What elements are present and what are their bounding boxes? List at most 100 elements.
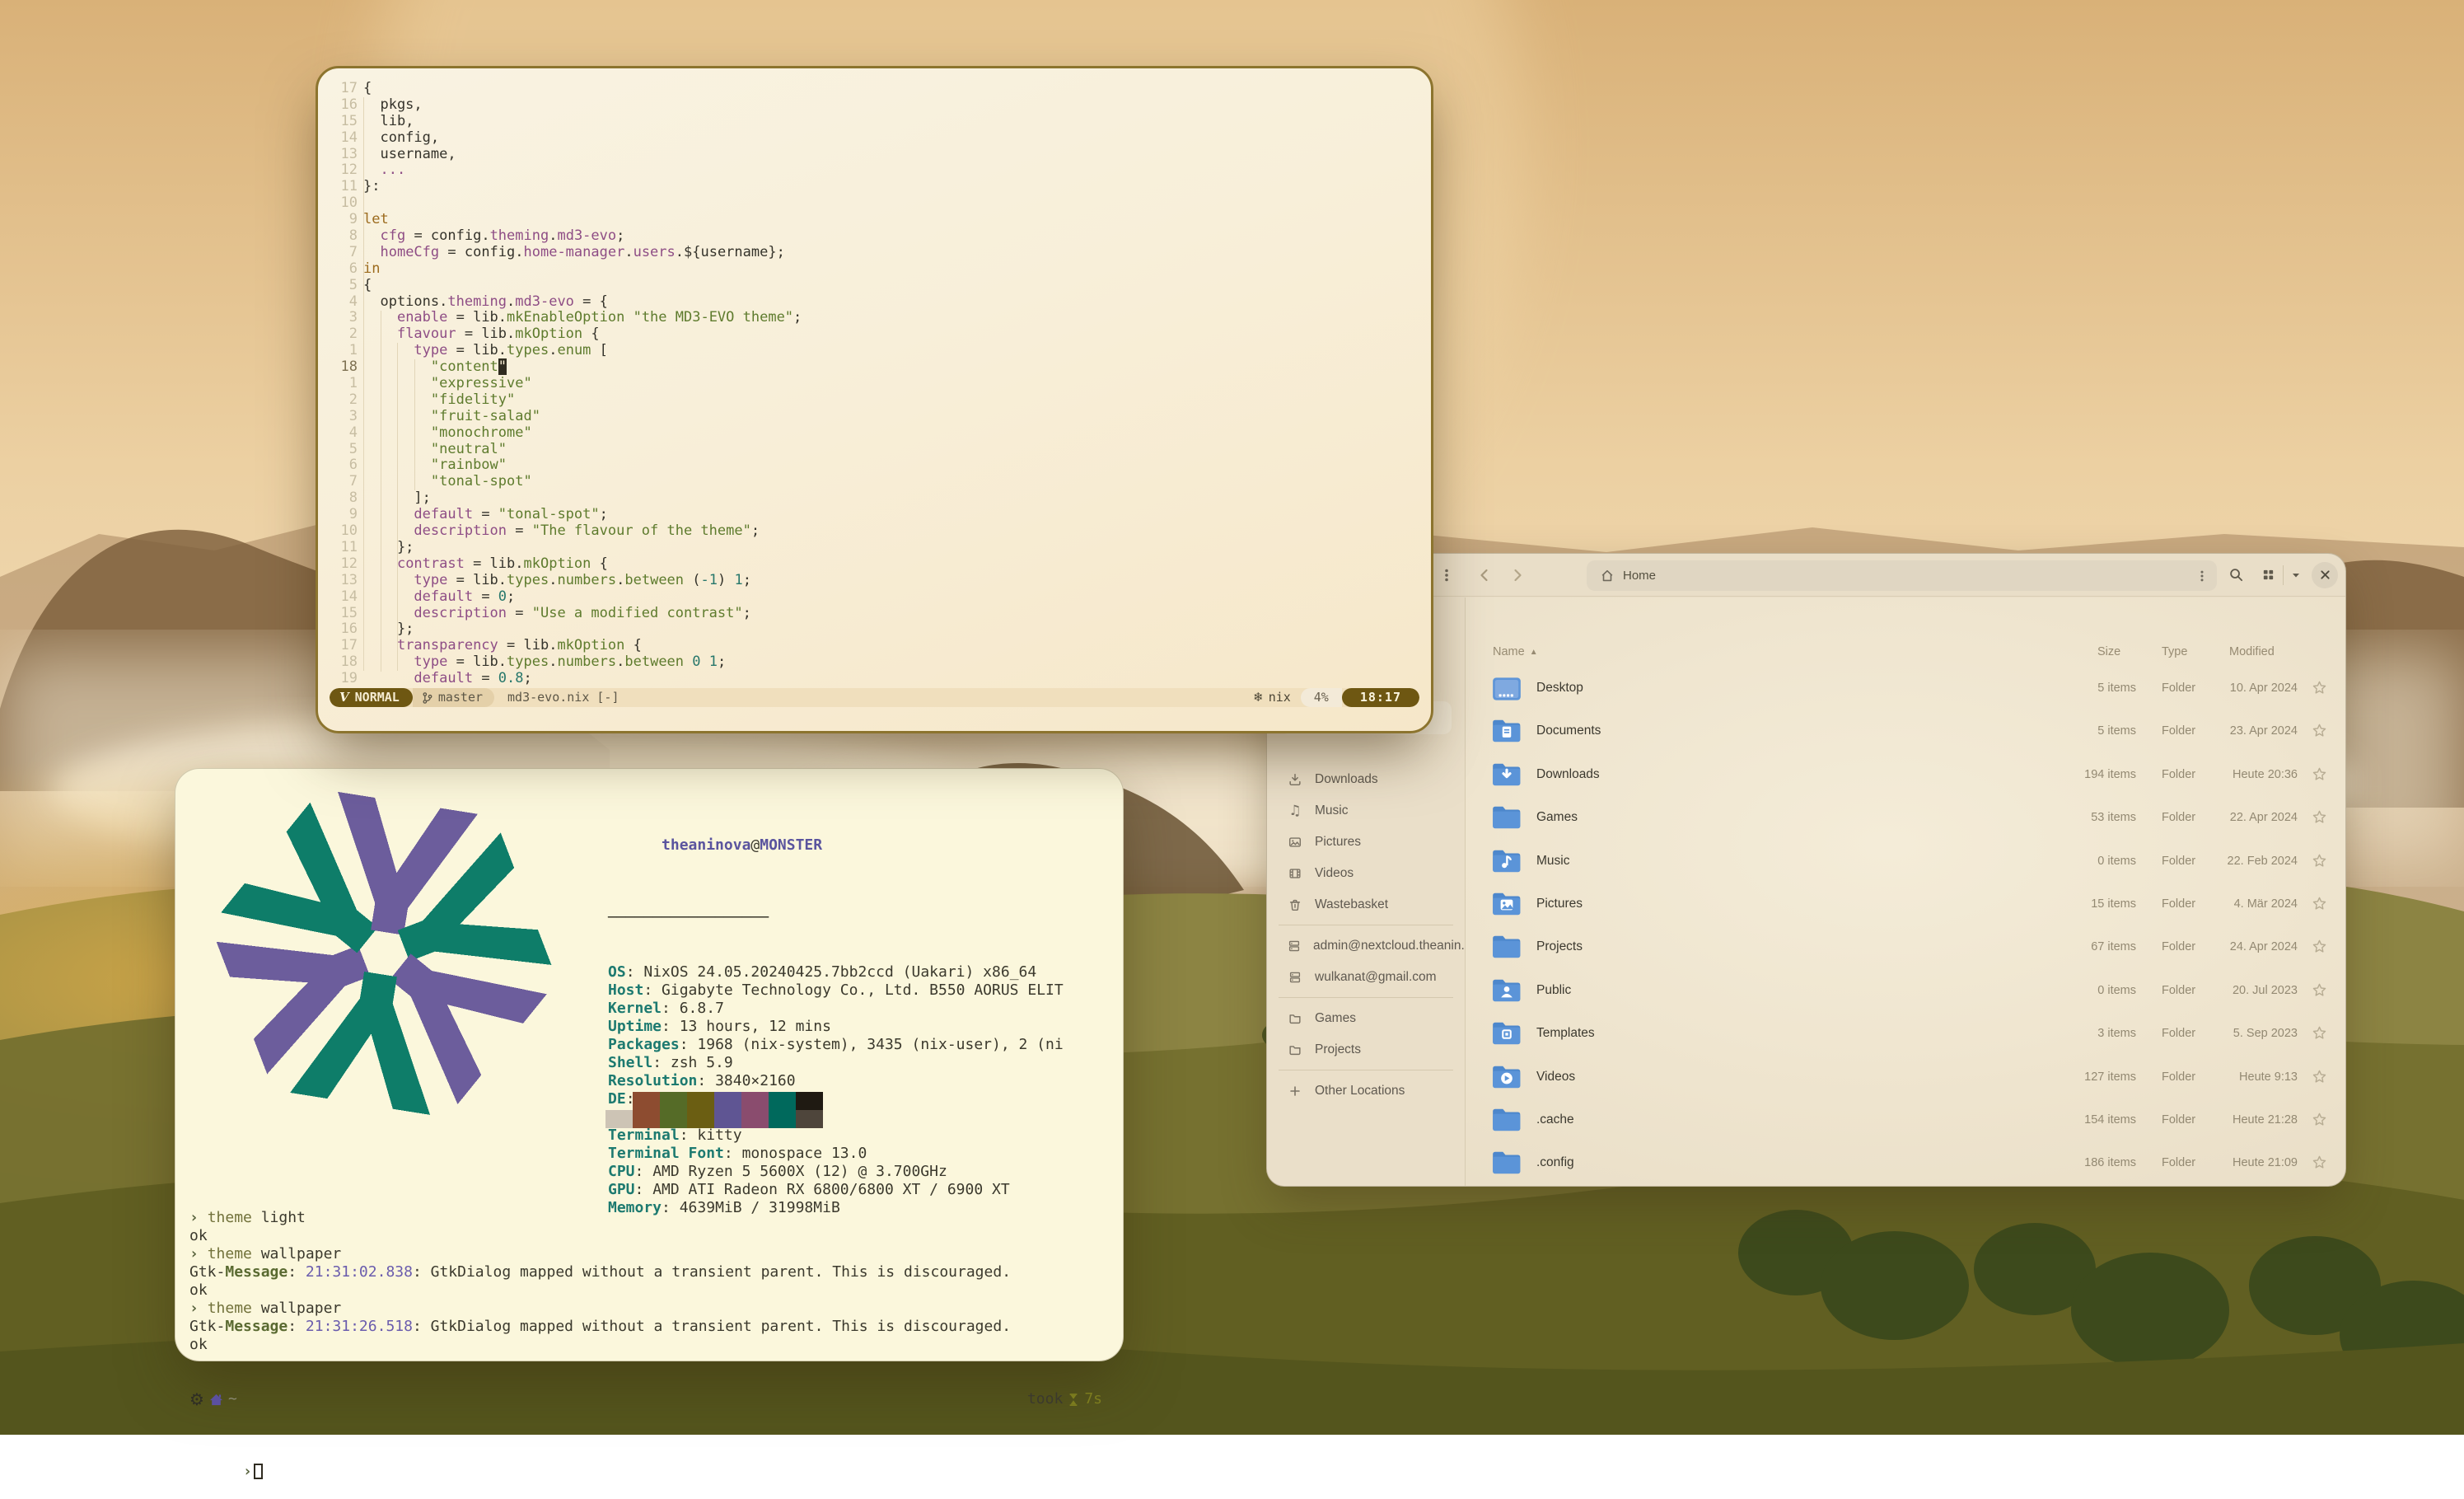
code-line[interactable]: 6 "rainbow" — [326, 457, 1423, 474]
file-row-templates[interactable]: Templates3 itemsFolder5. Sep 2023 — [1466, 1013, 2345, 1056]
sidebar-item-label: admin@nextcloud.theanin... — [1313, 939, 1471, 953]
back-button[interactable] — [1470, 560, 1499, 590]
code-line[interactable]: 18 "content" — [326, 359, 1423, 376]
file-row-desktop[interactable]: Desktop5 itemsFolder10. Apr 2024 — [1466, 668, 2345, 710]
code-line[interactable]: 10 description = "The flavour of the the… — [326, 523, 1423, 540]
sidebar-item-other-locations[interactable]: Other Locations — [1274, 1075, 1458, 1107]
code-line[interactable]: 4 "monochrome" — [326, 425, 1423, 442]
code-line[interactable]: 7 "tonal-spot" — [326, 474, 1423, 490]
forward-button[interactable] — [1503, 560, 1532, 590]
view-options-chevron-icon[interactable] — [2285, 560, 2307, 590]
code-line[interactable]: 9 default = "tonal-spot"; — [326, 507, 1423, 523]
path-menu-kebab-icon[interactable] — [2195, 569, 2209, 583]
star-icon[interactable] — [2312, 896, 2327, 916]
code-line[interactable]: 5{ — [326, 278, 1423, 294]
line-number: 8 — [326, 490, 358, 507]
star-icon[interactable] — [2312, 939, 2327, 958]
star-icon[interactable] — [2312, 766, 2327, 786]
star-icon[interactable] — [2312, 853, 2327, 873]
file-row-downloads[interactable]: Downloads194 itemsFolderHeute 20:36 — [1466, 754, 2345, 797]
star-icon[interactable] — [2312, 1069, 2327, 1089]
sidebar-item-games[interactable]: Games — [1274, 1003, 1458, 1034]
file-row-pictures[interactable]: Pictures15 itemsFolder4. Mär 2024 — [1466, 883, 2345, 926]
code-line[interactable]: 7 homeCfg = config.home-manager.users.${… — [326, 245, 1423, 261]
file-row--config[interactable]: .config186 itemsFolderHeute 21:09 — [1466, 1142, 2345, 1185]
close-window-button[interactable] — [2312, 562, 2338, 588]
file-name: Downloads — [1536, 767, 1600, 782]
palette-swatch — [769, 1110, 796, 1128]
search-icon[interactable] — [2221, 560, 2251, 590]
sidebar-item-wulkanat-gmail-com[interactable]: wulkanat@gmail.com — [1274, 962, 1458, 993]
code-line[interactable]: 16 pkgs, — [326, 97, 1423, 114]
code-line[interactable]: 5 "neutral" — [326, 442, 1423, 458]
column-header-size[interactable]: Size — [2097, 645, 2120, 658]
code-line[interactable]: 8 cfg = config.theming.md3-evo; — [326, 228, 1423, 245]
sidebar-item-pictures[interactable]: Pictures — [1274, 827, 1458, 858]
gear-icon: ⚙ — [189, 1390, 204, 1408]
code-line[interactable]: 1 "expressive" — [326, 376, 1423, 392]
code-line[interactable]: 11 }; — [326, 540, 1423, 556]
star-icon[interactable] — [2312, 1025, 2327, 1045]
sidebar-menu-kebab-icon[interactable] — [1432, 560, 1461, 590]
sidebar-item-downloads[interactable]: Downloads — [1274, 764, 1458, 795]
code-line[interactable]: 16 }; — [326, 621, 1423, 638]
code-line[interactable]: 13 type = lib.types.numbers.between (-1)… — [326, 573, 1423, 589]
code-line[interactable]: 13 username, — [326, 147, 1423, 163]
file-row-public[interactable]: Public0 itemsFolder20. Jul 2023 — [1466, 970, 2345, 1013]
code-line[interactable]: 14 default = 0; — [326, 589, 1423, 606]
file-row-games[interactable]: Games53 itemsFolder22. Apr 2024 — [1466, 797, 2345, 840]
star-icon[interactable] — [2312, 982, 2327, 1002]
code-line[interactable]: 15 description = "Use a modified contras… — [326, 606, 1423, 622]
star-icon[interactable] — [2312, 1155, 2327, 1174]
file-row-music[interactable]: Music0 itemsFolder22. Feb 2024 — [1466, 841, 2345, 883]
code-line[interactable]: 2 "fidelity" — [326, 392, 1423, 409]
terminal-window[interactable]: theaninova@MONSTER ────────────────── OS… — [175, 768, 1124, 1361]
code-line[interactable]: 19 default = 0.8; — [326, 671, 1423, 687]
code-line[interactable]: 15 lib, — [326, 114, 1423, 130]
sidebar-item-projects[interactable]: Projects — [1274, 1034, 1458, 1066]
sidebar-item-wastebasket[interactable]: Wastebasket — [1274, 889, 1458, 920]
star-icon[interactable] — [2312, 680, 2327, 700]
code-line[interactable]: 9let — [326, 212, 1423, 228]
code-line[interactable]: 8 ]; — [326, 490, 1423, 507]
sidebar-item-admin-nextcloud-theanin-[interactable]: admin@nextcloud.theanin... — [1274, 930, 1458, 962]
code-editor-window[interactable]: 17{16 pkgs,15 lib,14 config,13 username,… — [316, 66, 1433, 733]
file-modified: 22. Feb 2024 — [2182, 855, 2298, 868]
file-size: 67 items — [2042, 940, 2136, 953]
line-number: 9 — [326, 507, 358, 523]
star-icon[interactable] — [2312, 1112, 2327, 1131]
code-line[interactable]: 17 transparency = lib.mkOption { — [326, 638, 1423, 654]
path-bar[interactable]: Home — [1587, 560, 2217, 591]
file-row-videos[interactable]: Videos127 itemsFolderHeute 9:13 — [1466, 1056, 2345, 1099]
view-grid-icon[interactable] — [2256, 560, 2280, 590]
star-icon[interactable] — [2312, 809, 2327, 829]
palette-swatch — [660, 1092, 687, 1110]
code-line[interactable]: 18 type = lib.types.numbers.between 0 1; — [326, 654, 1423, 671]
code-line[interactable]: 14 config, — [326, 130, 1423, 147]
sidebar-item-videos[interactable]: Videos — [1274, 858, 1458, 889]
code-line[interactable]: 2 flavour = lib.mkOption { — [326, 326, 1423, 343]
code-line[interactable]: 4 options.theming.md3-evo = { — [326, 294, 1423, 311]
file-row--ghidra[interactable]: .ghidra3 itemsFolder12. Apr 2024 — [1466, 1186, 2345, 1187]
column-header-modified[interactable]: Modified — [2229, 645, 2275, 658]
code-line[interactable]: 3 "fruit-salad" — [326, 409, 1423, 425]
file-row-documents[interactable]: Documents5 itemsFolder23. Apr 2024 — [1466, 710, 2345, 753]
line-number: 12 — [326, 162, 358, 179]
code-line[interactable]: 10 — [326, 195, 1423, 212]
editor-code-area[interactable]: 17{16 pkgs,15 lib,14 config,13 username,… — [326, 81, 1423, 687]
sidebar-item-music[interactable]: ♫Music — [1274, 795, 1458, 827]
code-line[interactable]: 12 ... — [326, 162, 1423, 179]
code-line[interactable]: 3 enable = lib.mkEnableOption "the MD3-E… — [326, 310, 1423, 326]
file-row-projects[interactable]: Projects67 itemsFolder24. Apr 2024 — [1466, 926, 2345, 969]
column-header-name[interactable]: Name▲ — [1493, 645, 1538, 658]
column-header-type[interactable]: Type — [2162, 645, 2187, 658]
star-icon[interactable] — [2312, 723, 2327, 742]
file-row--cache[interactable]: .cache154 itemsFolderHeute 21:28 — [1466, 1099, 2345, 1142]
terminal-prompt[interactable]: › — [189, 1445, 1102, 1463]
folder-icon — [1490, 888, 1523, 925]
code-line[interactable]: 11}: — [326, 179, 1423, 195]
code-line[interactable]: 12 contrast = lib.mkOption { — [326, 556, 1423, 573]
code-line[interactable]: 6in — [326, 261, 1423, 278]
code-line[interactable]: 1 type = lib.types.enum [ — [326, 343, 1423, 359]
code-line[interactable]: 17{ — [326, 81, 1423, 97]
